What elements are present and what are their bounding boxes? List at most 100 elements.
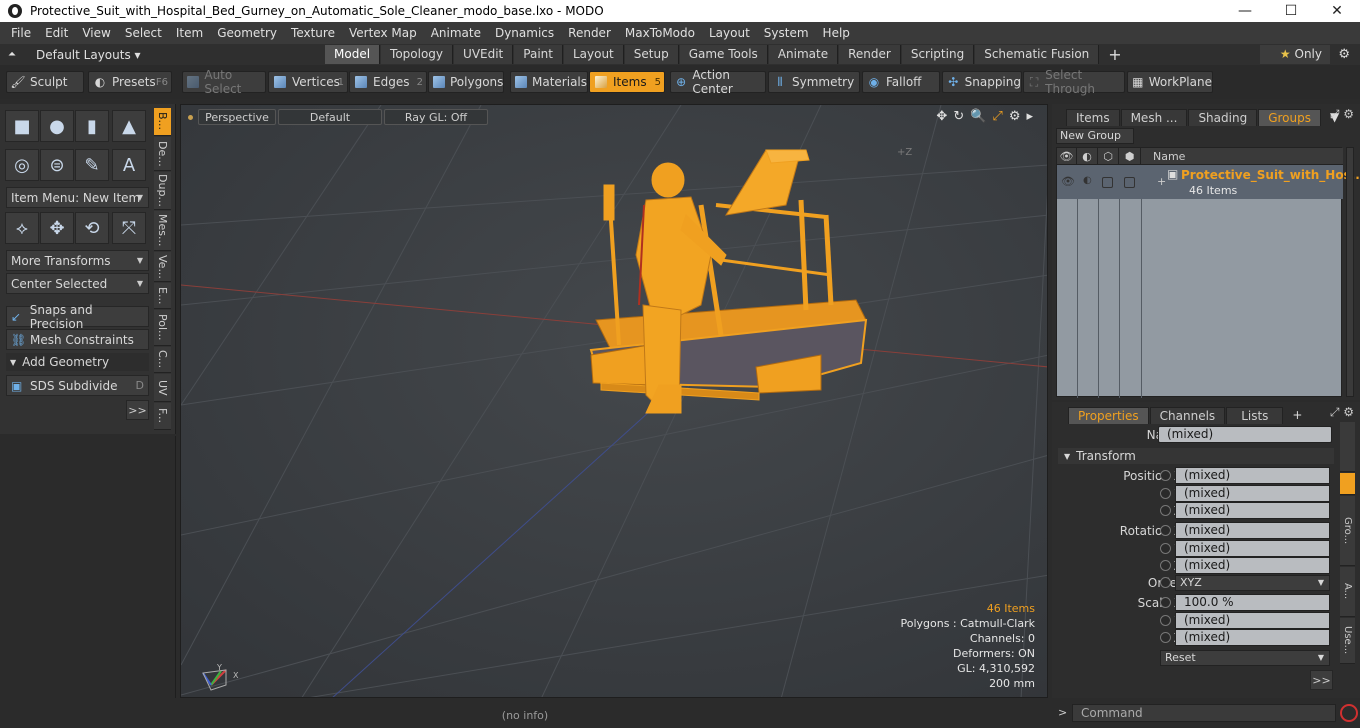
tab-groups[interactable]: Groups: [1258, 109, 1321, 126]
move-gizmo-icon[interactable]: ✥: [40, 212, 74, 244]
vtab-vertex[interactable]: Ve...: [154, 252, 171, 282]
maximize-button[interactable]: ☐: [1268, 0, 1314, 22]
select-icon[interactable]: ⬢: [1119, 148, 1141, 165]
visibility-eye-icon[interactable]: 👁: [1061, 175, 1075, 188]
select-through-button[interactable]: ⛶ Select Through: [1023, 68, 1125, 96]
tab-layout[interactable]: Layout: [563, 45, 624, 64]
menu-geometry[interactable]: Geometry: [210, 22, 284, 44]
rotation-y-animate-dot[interactable]: [1160, 543, 1171, 554]
item-menu-dropdown[interactable]: Item Menu: New Item ▼: [6, 187, 149, 208]
scale-z-field[interactable]: (mixed): [1175, 629, 1330, 646]
vtab-edge[interactable]: E...: [154, 283, 171, 309]
panel-options-icon[interactable]: ⤢ ⚙: [1330, 107, 1354, 122]
tab-mesh[interactable]: Mesh ...: [1120, 109, 1188, 126]
scale-z-animate-dot[interactable]: [1160, 632, 1171, 643]
position-x-field[interactable]: (mixed): [1175, 467, 1330, 484]
gear-icon[interactable]: ⚙: [1338, 47, 1350, 62]
cylinder-primitive-icon[interactable]: ▮: [75, 110, 109, 142]
menu-vertex-map[interactable]: Vertex Map: [342, 22, 424, 44]
sphere-primitive-icon[interactable]: ●: [40, 110, 74, 142]
symmetry-button[interactable]: ⫴ Symmetry: [768, 71, 860, 93]
menu-dynamics[interactable]: Dynamics: [488, 22, 561, 44]
viewport-menu-arrow-icon[interactable]: ▸: [1026, 109, 1033, 124]
viewport-settings-icon[interactable]: ⚙: [1009, 109, 1021, 124]
sculpt-button[interactable]: 🖌 Sculpt: [6, 71, 84, 93]
lock-icon[interactable]: ⬡: [1098, 148, 1119, 165]
menu-help[interactable]: Help: [816, 22, 857, 44]
menu-layout[interactable]: Layout: [702, 22, 757, 44]
menu-select[interactable]: Select: [118, 22, 169, 44]
vtab-curve[interactable]: C...: [154, 347, 171, 373]
rotation-x-animate-dot[interactable]: [1160, 525, 1171, 536]
add-tab-button[interactable]: +: [1292, 407, 1302, 424]
only-toggle[interactable]: ★ Only: [1260, 45, 1330, 64]
tab-model[interactable]: Model: [325, 45, 381, 64]
render-icon[interactable]: ◐: [1077, 148, 1098, 165]
materials-button[interactable]: Materials: [510, 71, 588, 93]
rotation-x-field[interactable]: (mixed): [1175, 522, 1330, 539]
side-tab-groups[interactable]: Gro...: [1340, 496, 1355, 566]
menu-item[interactable]: Item: [169, 22, 210, 44]
sds-subdivide-button[interactable]: ▣ SDS Subdivide D: [6, 375, 149, 396]
tab-properties[interactable]: Properties: [1068, 407, 1149, 424]
polygons-button[interactable]: Polygons: [428, 71, 504, 93]
scale-x-field[interactable]: 100.0 %: [1175, 594, 1330, 611]
close-button[interactable]: ✕: [1314, 0, 1360, 22]
items-button[interactable]: Items 5: [589, 71, 665, 93]
transform-gizmo-icon[interactable]: ⟡: [5, 212, 39, 244]
pen-tool-icon[interactable]: ✎: [75, 149, 109, 181]
snaps-precision-button[interactable]: ↙ Snaps and Precision: [6, 303, 149, 331]
reset-dropdown[interactable]: Reset ▼: [1160, 650, 1330, 666]
raygl-toggle[interactable]: Ray GL: Off: [384, 109, 488, 125]
order-dropdown[interactable]: XYZ ▼: [1175, 575, 1330, 591]
position-y-field[interactable]: (mixed): [1175, 485, 1330, 502]
pan-icon[interactable]: ✥: [936, 109, 947, 124]
eye-icon[interactable]: 👁: [1057, 148, 1077, 165]
menu-system[interactable]: System: [757, 22, 816, 44]
rotate-gizmo-icon[interactable]: ⟲: [75, 212, 109, 244]
menu-animate[interactable]: Animate: [424, 22, 488, 44]
tab-uvedit[interactable]: UVEdit: [454, 45, 514, 64]
vtab-polygon[interactable]: Pol...: [154, 310, 171, 346]
rotation-z-field[interactable]: (mixed): [1175, 557, 1330, 574]
lock-checkbox[interactable]: [1102, 177, 1113, 188]
menu-view[interactable]: View: [75, 22, 117, 44]
name-field[interactable]: (mixed): [1158, 426, 1332, 443]
add-layout-tab-button[interactable]: +: [1100, 45, 1129, 64]
tab-schematic-fusion[interactable]: Schematic Fusion: [975, 45, 1100, 64]
expand-up-icon[interactable]: ⏶: [8, 49, 18, 60]
menu-render[interactable]: Render: [561, 22, 618, 44]
tab-shading[interactable]: Shading: [1188, 109, 1258, 126]
group-row[interactable]: 👁 ◐ + ▣ Protective_Suit_with_Hos... 46 I…: [1057, 165, 1360, 199]
vertices-button[interactable]: Vertices 1: [268, 71, 348, 93]
tab-topology[interactable]: Topology: [381, 45, 454, 64]
side-tab-a[interactable]: A...: [1340, 567, 1355, 617]
add-geometry-section[interactable]: ▼ Add Geometry: [6, 353, 149, 371]
vtab-basic[interactable]: B...: [154, 108, 171, 136]
capsule-primitive-icon[interactable]: ⊜: [40, 149, 74, 181]
rotation-y-field[interactable]: (mixed): [1175, 540, 1330, 557]
scale-x-animate-dot[interactable]: [1160, 597, 1171, 608]
groups-scrollbar[interactable]: [1346, 147, 1354, 397]
render-toggle-icon[interactable]: ◐: [1083, 175, 1092, 186]
side-tab-blank[interactable]: [1340, 422, 1355, 472]
mesh-constraints-button[interactable]: ⛓ Mesh Constraints: [6, 329, 149, 350]
position-x-animate-dot[interactable]: [1160, 470, 1171, 481]
shading-mode-dropdown[interactable]: Default: [278, 109, 382, 125]
order-animate-dot[interactable]: [1160, 577, 1171, 588]
snapping-button[interactable]: ✣ Snapping: [942, 71, 1022, 93]
workplane-button[interactable]: ▦ WorkPlane: [1127, 71, 1213, 93]
more-properties-button[interactable]: >>: [1310, 670, 1333, 690]
transform-section[interactable]: ▼ Transform: [1058, 448, 1334, 464]
auto-select-button[interactable]: Auto Select: [182, 68, 266, 96]
tab-channels[interactable]: Channels: [1149, 407, 1226, 424]
maximize-viewport-icon[interactable]: ⤢: [992, 109, 1002, 124]
presets-button[interactable]: ◐ Presets F6: [88, 71, 172, 93]
new-group-button[interactable]: New Group: [1056, 128, 1134, 144]
tab-paint[interactable]: Paint: [514, 45, 563, 64]
position-y-animate-dot[interactable]: [1160, 488, 1171, 499]
rotation-z-animate-dot[interactable]: [1160, 560, 1171, 571]
text-tool-icon[interactable]: A: [112, 149, 146, 181]
cone-primitive-icon[interactable]: ▲: [112, 110, 146, 142]
vtab-fusion[interactable]: F...: [154, 403, 171, 430]
